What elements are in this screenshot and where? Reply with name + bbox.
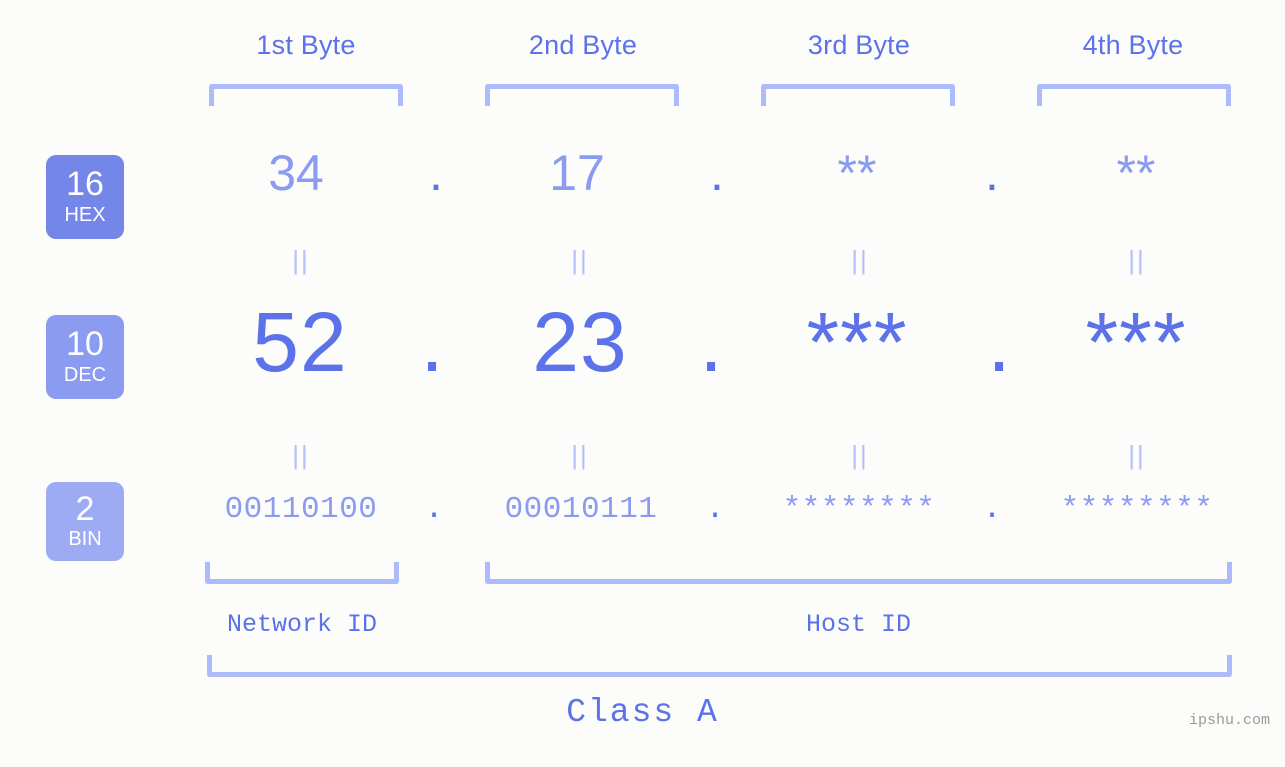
byte-bracket-2 — [485, 84, 679, 106]
base-badge-dec-name: DEC — [63, 363, 107, 386]
equals-glyph-hex-dec-1: || — [292, 245, 310, 275]
base-badge-hex-name: HEX — [64, 203, 106, 226]
watermark: ipshu.com — [1188, 712, 1270, 729]
bin-byte-2: 00010111 — [504, 492, 658, 527]
byte-header-3: 3rd Byte — [807, 30, 911, 60]
dec-separator-2: . — [699, 295, 723, 389]
ip-address-diagram: 1st Byte 2nd Byte 3rd Byte 4th Byte 16 H… — [0, 0, 1285, 767]
equals-glyph-dec-bin-4: || — [1128, 440, 1146, 470]
hex-separator-1: . — [429, 145, 443, 201]
dec-byte-2: 23 — [532, 295, 628, 389]
class-label: Class A — [566, 694, 719, 731]
base-badge-hex-number: 16 — [66, 165, 104, 204]
bin-separator-3: . — [982, 492, 1002, 527]
class-bracket — [207, 655, 1232, 677]
dec-byte-4: *** — [1085, 295, 1187, 389]
base-badge-hex: 16 HEX — [46, 155, 124, 239]
host-id-bracket — [485, 562, 1232, 584]
dec-separator-3: . — [987, 295, 1011, 389]
equals-glyph-dec-bin-1: || — [292, 440, 310, 470]
bin-byte-4: ******** — [1060, 492, 1214, 527]
base-badge-dec-number: 10 — [66, 325, 104, 364]
byte-bracket-3 — [761, 84, 955, 106]
byte-header-1: 1st Byte — [256, 30, 356, 60]
hex-byte-4: ** — [1116, 145, 1156, 201]
byte-bracket-1 — [209, 84, 403, 106]
equals-glyph-hex-dec-2: || — [571, 245, 589, 275]
byte-header-4: 4th Byte — [1082, 30, 1184, 60]
hex-separator-3: . — [985, 145, 999, 201]
dec-byte-1: 52 — [252, 295, 348, 389]
bin-separator-1: . — [424, 492, 444, 527]
network-id-label: Network ID — [226, 610, 378, 639]
hex-byte-2: 17 — [549, 145, 605, 201]
byte-header-2: 2nd Byte — [528, 30, 638, 60]
bin-byte-1: 00110100 — [224, 492, 378, 527]
equals-glyph-dec-bin-3: || — [851, 440, 869, 470]
bin-byte-3: ******** — [782, 492, 936, 527]
bin-separator-2: . — [705, 492, 725, 527]
base-badge-bin-name: BIN — [68, 528, 102, 551]
hex-byte-3: ** — [837, 145, 877, 201]
hex-byte-1: 34 — [268, 145, 324, 201]
equals-glyph-hex-dec-3: || — [851, 245, 869, 275]
base-badge-bin: 2 BIN — [46, 482, 124, 561]
dec-separator-1: . — [420, 295, 444, 389]
dec-byte-3: *** — [806, 295, 908, 389]
network-id-bracket — [205, 562, 399, 584]
host-id-label: Host ID — [805, 610, 912, 639]
base-badge-bin-number: 2 — [75, 489, 95, 528]
equals-glyph-dec-bin-2: || — [571, 440, 589, 470]
equals-glyph-hex-dec-4: || — [1128, 245, 1146, 275]
hex-separator-2: . — [710, 145, 724, 201]
byte-bracket-4 — [1037, 84, 1231, 106]
base-badge-dec: 10 DEC — [46, 315, 124, 399]
